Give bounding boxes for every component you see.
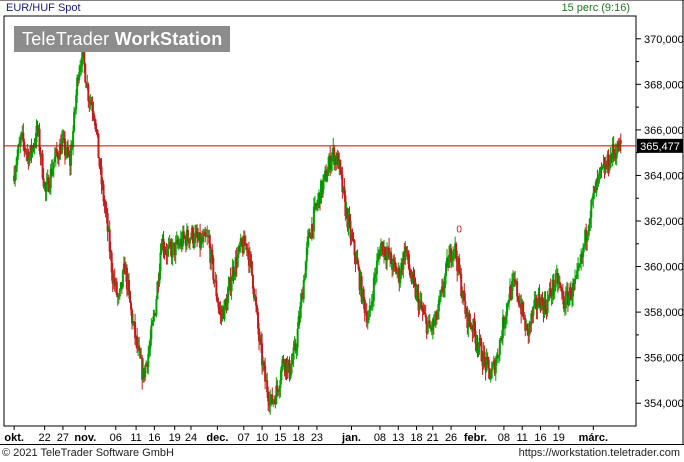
candle-body: [326, 175, 329, 182]
x-tick-label: okt.: [4, 432, 24, 444]
y-tick-label: 354,000: [644, 398, 684, 410]
x-tick-label: 15: [274, 432, 286, 444]
candle-body: [250, 261, 253, 275]
candle-body: [303, 278, 306, 280]
chart-window: 354,000 356,000 358,000 360,000 362,000 364,0…: [0, 0, 684, 462]
x-tick-label: 18: [410, 432, 422, 444]
candle-body: [212, 257, 215, 280]
candle-body: [302, 279, 305, 300]
x-tick-label: 11: [130, 432, 141, 444]
x-tick-label: 10: [256, 432, 268, 444]
candle-body: [96, 129, 99, 134]
footer-divider: [0, 444, 684, 445]
x-tick-label: 13: [392, 432, 404, 444]
candle-body: [487, 359, 490, 369]
candle-body: [516, 281, 519, 297]
x-tick-label: 19: [553, 432, 565, 444]
candle-body: [296, 328, 299, 348]
x-tick-label: 22: [39, 432, 51, 444]
y-tick-label: 366,000: [644, 125, 684, 137]
price-chart[interactable]: 354,000 356,000 358,000 360,000 362,000 364,0…: [0, 0, 684, 462]
candle-body: [70, 148, 73, 166]
candle-body: [84, 64, 87, 83]
event-marker: 0: [456, 224, 462, 235]
x-tick-label: 08: [498, 432, 510, 444]
candle-body: [159, 252, 162, 272]
candle-body: [127, 280, 130, 292]
candle-body: [230, 281, 233, 292]
y-tick-label: 368,000: [644, 79, 684, 91]
x-tick-label: 07: [238, 432, 250, 444]
x-tick-label: 08: [374, 432, 386, 444]
x-tick-label: 19: [169, 432, 181, 444]
candle-body: [444, 263, 447, 277]
candle-body: [375, 260, 378, 275]
y-tick-label: 362,000: [644, 216, 684, 228]
symbol-label: EUR/HUF Spot: [6, 2, 81, 14]
candle-body: [367, 316, 370, 321]
x-tick-label: dec.: [206, 432, 228, 444]
candle-body: [144, 365, 147, 378]
y-tick-label: 364,000: [644, 170, 684, 182]
x-tick-label: márc.: [579, 432, 608, 444]
candle-body: [249, 254, 252, 262]
last-value-label: 365,477: [640, 141, 680, 153]
x-tick-label: 23: [311, 432, 323, 444]
candle-body: [121, 270, 124, 287]
candle-body: [619, 140, 622, 144]
watermark-product: WorkStation: [114, 29, 223, 49]
y-tick-label: 370,000: [644, 34, 684, 46]
candle-body: [292, 347, 295, 360]
x-tick-label: 27: [57, 432, 69, 444]
plot-frame: [3, 15, 637, 427]
y-tick-label: 356,000: [644, 353, 684, 365]
candle-body: [290, 363, 293, 374]
candle-body: [72, 131, 75, 148]
x-tick-label: 16: [148, 432, 160, 444]
x-tick-label: 18: [293, 432, 305, 444]
x-tick-label: 11: [516, 432, 527, 444]
interval-label: 15 perc (9:16): [561, 2, 630, 14]
x-tick-label: febr.: [464, 432, 487, 444]
brand-watermark: TeleTrader WorkStation: [14, 26, 231, 52]
candle-body: [160, 249, 163, 253]
x-tick-label: 16: [534, 432, 546, 444]
x-tick-label: 21: [427, 432, 439, 444]
x-tick-label: jan.: [341, 432, 361, 444]
candle-body: [498, 339, 501, 355]
candle-body: [526, 324, 529, 330]
candle-body: [52, 161, 55, 169]
candle-body: [17, 146, 20, 157]
candle-body: [202, 235, 205, 242]
candle-body: [186, 229, 189, 241]
copyright-text: © 2021 TeleTrader Software GmbH: [2, 447, 174, 459]
website-text: https://workstation.teletrader.com: [518, 447, 680, 459]
candle-body: [155, 299, 158, 316]
x-tick-label: nov.: [74, 432, 96, 444]
candle-body: [448, 255, 451, 268]
candle-body: [554, 273, 557, 288]
watermark-brand: TeleTrader: [22, 29, 110, 49]
x-tick-label: 06: [110, 432, 122, 444]
candle-body: [150, 325, 153, 340]
candle-body: [194, 232, 197, 244]
y-tick-label: 358,000: [644, 307, 684, 319]
x-tick-label: 24: [185, 432, 197, 444]
x-tick-label: 26: [445, 432, 457, 444]
y-tick-label: 360,000: [644, 262, 684, 274]
candle-body: [507, 299, 510, 304]
